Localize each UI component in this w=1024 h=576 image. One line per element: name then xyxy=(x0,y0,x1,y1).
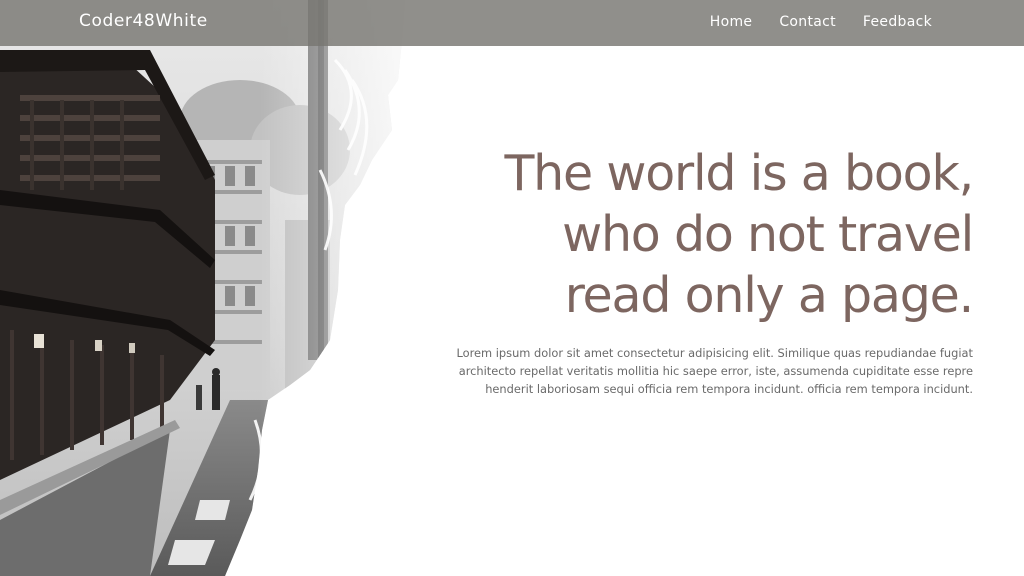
nav-link-home[interactable]: Home xyxy=(710,14,753,30)
navbar: Coder48White Home Contact Feedback xyxy=(0,0,1024,46)
nav-link-feedback[interactable]: Feedback xyxy=(863,14,932,30)
hero-title: The world is a book, who do not travel r… xyxy=(413,143,975,326)
page: Coder48White Home Contact Feedback The w… xyxy=(0,0,1024,576)
brand-logo[interactable]: Coder48White xyxy=(79,11,208,31)
hero-title-line: who do not travel xyxy=(562,206,974,263)
nav-links: Home Contact Feedback xyxy=(710,14,932,30)
hero-photo xyxy=(0,0,420,576)
nav-link-contact[interactable]: Contact xyxy=(779,14,836,30)
hero-title-line: read only a page. xyxy=(564,267,975,324)
hero-title-line: The world is a book, xyxy=(504,145,974,202)
hero-paragraph: Lorem ipsum dolor sit amet consectetur a… xyxy=(456,346,973,396)
